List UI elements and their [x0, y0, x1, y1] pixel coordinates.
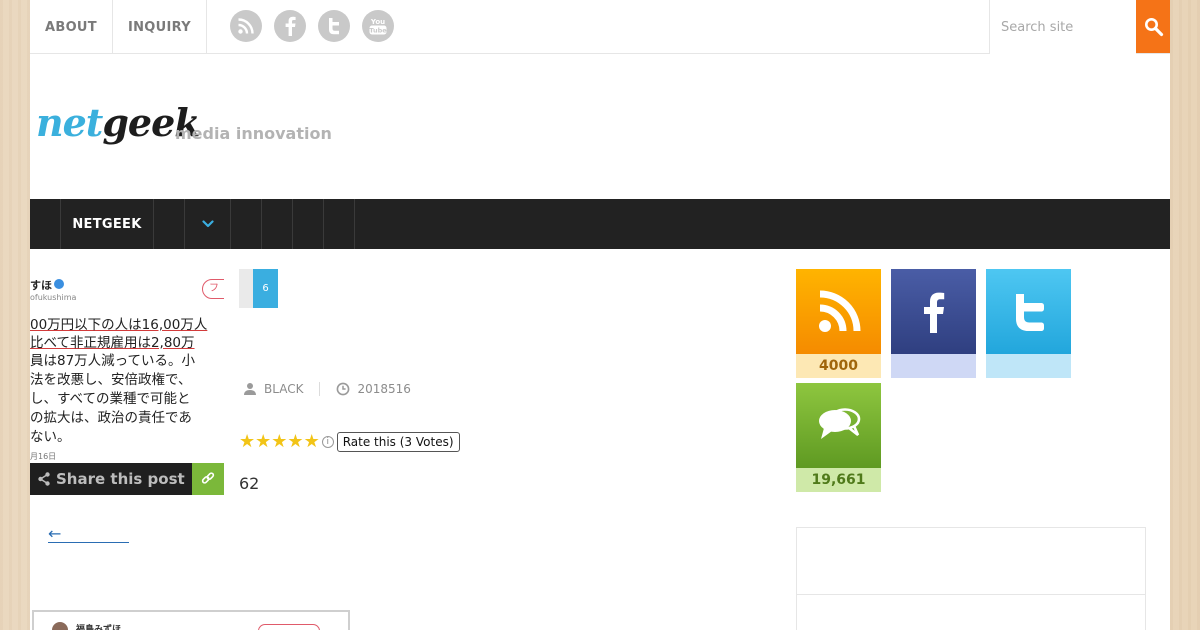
star-icon[interactable]: ★ [239, 432, 255, 452]
copy-link-button[interactable] [192, 463, 224, 495]
star-icon[interactable]: ★ [271, 432, 287, 452]
thumbnail-text-line: ない。 [30, 429, 71, 445]
embedded-tweet-author: 福島みずほ [76, 625, 122, 630]
rating-tooltip: Rate this (3 Votes) [336, 432, 460, 452]
svg-text:Tube: Tube [369, 27, 387, 35]
main-nav-item[interactable] [154, 199, 185, 249]
rss-icon[interactable] [230, 10, 262, 42]
previous-post-link[interactable]: ← [48, 526, 129, 543]
thumbnail-author-name: すほ [30, 279, 52, 292]
share-bar[interactable]: Share this post [30, 463, 192, 495]
main-nav-brand: NETGEEK [72, 216, 142, 232]
comment-count: 19,661 [796, 468, 881, 492]
rss-tile-icon-area [796, 269, 881, 354]
clock-icon [337, 382, 350, 396]
comment-count-badge[interactable]: 6 [253, 269, 278, 308]
main-nav-dropdown[interactable] [185, 199, 231, 249]
twitter-tile[interactable] [986, 269, 1071, 378]
article-thumbnail[interactable]: すほ ofukushima フ 00万円以下の人は16,00万人 比べて非正規雇… [30, 269, 224, 463]
share-label: Share this post [56, 470, 185, 488]
info-icon[interactable]: i [321, 436, 334, 448]
top-bar: ABOUT INQUIRY You Tube Search site [30, 0, 1170, 54]
embedded-follow-button [258, 624, 320, 630]
sidebar-widget-divider [797, 594, 1145, 595]
post-view-count: 62 [239, 474, 260, 493]
user-icon [244, 383, 256, 395]
thumbnail-date: 月16日 [30, 452, 57, 461]
search-button[interactable] [1136, 0, 1170, 53]
post-rating: ★ ★ ★ ★ ★ i Rate this (3 Votes) [239, 432, 460, 452]
thumbnail-follow-button: フ [202, 279, 224, 299]
top-nav: ABOUT INQUIRY [30, 0, 207, 54]
twitter-tile-icon-area [986, 269, 1071, 354]
post-meta: BLACK 2018516 [243, 382, 411, 396]
thumbnail-text-line: 比べて非正規雇用は2,80万 [30, 335, 195, 351]
facebook-icon [923, 292, 944, 333]
star-icon[interactable]: ★ [255, 432, 271, 452]
thumbnail-text-line: 法を改悪し、安倍政権で、 [30, 372, 192, 388]
main-nav-item[interactable] [293, 199, 324, 249]
page: ABOUT INQUIRY You Tube Search site net g… [30, 0, 1170, 630]
post-author[interactable]: BLACK [264, 382, 303, 396]
facebook-tile[interactable] [891, 269, 976, 378]
meta-divider [319, 382, 321, 396]
category-tag-left [239, 269, 253, 308]
logo-net-text: net [36, 100, 103, 145]
rss-tile[interactable]: 4000 [796, 269, 881, 378]
chevron-down-icon [201, 220, 214, 228]
main-nav-item[interactable] [30, 199, 61, 249]
svg-text:You: You [370, 18, 385, 26]
facebook-icon[interactable] [274, 10, 306, 42]
comments-tile[interactable]: 19,661 [796, 383, 881, 492]
nav-about-link[interactable]: ABOUT [30, 0, 113, 54]
star-icon[interactable]: ★ [304, 432, 320, 452]
social-links: You Tube [230, 10, 394, 42]
sidebar-widget [796, 527, 1146, 630]
rss-subscriber-count: 4000 [796, 354, 881, 378]
site-tagline: media innovation [175, 124, 332, 143]
youtube-icon[interactable]: You Tube [362, 10, 394, 42]
twitter-count [986, 354, 1071, 378]
search-icon [1144, 17, 1163, 36]
share-icon [38, 472, 50, 486]
embedded-tweet-card[interactable]: 福島みずほ [32, 610, 350, 630]
facebook-tile-icon-area [891, 269, 976, 354]
search-box [989, 0, 1170, 54]
thumbnail-text-line: の拡大は、政治の責任であ [30, 410, 192, 426]
nav-inquiry-link[interactable]: INQUIRY [113, 0, 207, 54]
main-nav-item[interactable] [231, 199, 262, 249]
twitter-icon [1015, 293, 1044, 331]
comments-tile-icon-area [796, 383, 881, 468]
rss-icon [818, 290, 860, 332]
thumbnail-text-line: し、すべての業種で可能と [30, 391, 191, 407]
main-nav: NETGEEK [30, 199, 1170, 249]
thumbnail-text-line: 00万円以下の人は16,00万人 [30, 317, 208, 333]
search-input[interactable] [990, 0, 1136, 54]
main-nav-brand-item[interactable]: NETGEEK [61, 199, 154, 249]
facebook-count [891, 354, 976, 378]
comments-icon [818, 407, 860, 439]
link-icon [201, 472, 215, 484]
thumbnail-author-handle: ofukushima [30, 293, 77, 302]
verified-badge-icon [54, 279, 64, 289]
star-icon[interactable]: ★ [287, 432, 303, 452]
twitter-icon[interactable] [318, 10, 350, 42]
main-nav-item[interactable] [324, 199, 355, 249]
main-nav-item[interactable] [262, 199, 293, 249]
thumbnail-text-line: 員は87万人減っている。小 [30, 353, 196, 369]
post-date: 2018516 [357, 382, 411, 396]
avatar [52, 622, 68, 630]
